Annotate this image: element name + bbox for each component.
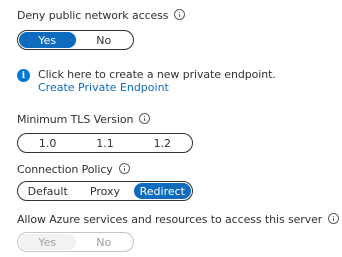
private-endpoint-text: Click here to create a new private endpo… xyxy=(38,68,276,81)
info-filled-icon: i xyxy=(17,69,30,82)
connection-policy-proxy[interactable]: Proxy xyxy=(76,183,133,199)
deny-public-access-yes[interactable]: Yes xyxy=(19,32,76,48)
deny-public-access-no[interactable]: No xyxy=(76,32,133,48)
allow-azure-label-row: Allow Azure services and resources to ac… xyxy=(17,213,340,226)
info-icon[interactable] xyxy=(118,163,130,174)
info-icon[interactable] xyxy=(174,9,186,20)
tls-1-1-option[interactable]: 1.1 xyxy=(76,135,133,151)
tls-1-2-option[interactable]: 1.2 xyxy=(134,135,191,151)
info-icon[interactable] xyxy=(328,213,340,224)
allow-azure-yes: Yes xyxy=(19,234,76,250)
deny-public-access-label-row: Deny public network access xyxy=(17,9,186,22)
connection-policy-redirect[interactable]: Redirect xyxy=(133,183,191,199)
connection-policy-label: Connection Policy xyxy=(17,163,113,176)
connection-policy-label-row: Connection Policy xyxy=(17,163,130,176)
tls-1-0-option[interactable]: 1.0 xyxy=(19,135,76,151)
tls-label: Minimum TLS Version xyxy=(17,113,134,126)
allow-azure-label: Allow Azure services and resources to ac… xyxy=(17,213,323,226)
tls-label-row: Minimum TLS Version xyxy=(17,113,151,126)
connection-policy-toggle[interactable]: Default Proxy Redirect xyxy=(17,181,193,201)
allow-azure-toggle: Yes No xyxy=(17,232,134,252)
allow-azure-no: No xyxy=(96,235,112,249)
info-icon[interactable] xyxy=(139,113,151,124)
deny-public-access-toggle[interactable]: Yes No xyxy=(17,30,134,50)
tls-version-toggle[interactable]: 1.0 1.1 1.2 xyxy=(17,133,193,153)
deny-public-access-label: Deny public network access xyxy=(17,9,169,22)
connection-policy-default[interactable]: Default xyxy=(19,183,76,199)
create-private-endpoint-link[interactable]: Create Private Endpoint xyxy=(38,81,169,94)
